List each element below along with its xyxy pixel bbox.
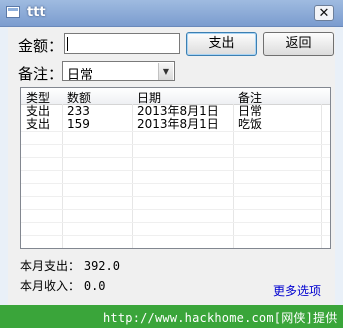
cell-note: 吃饭 [238,117,263,131]
monthly-expense: 本月支出： 392.0 [20,257,120,274]
footer-banner: http://www.hackhome.com[网侠]提供 [0,305,343,328]
monthly-income-value: 0.0 [83,279,106,293]
text-caret [67,37,68,51]
row-gridline [21,157,330,158]
note-select[interactable]: 日常 ▼ [62,61,175,83]
client-area: 金额： 支出 返回 备注： 日常 ▼ 类型 数额 日期 备注 支出 233 20… [8,27,335,305]
app-window: ttt ✕ 金额： 支出 返回 备注： 日常 ▼ 类型 数额 日期 备注 支出 … [0,0,343,305]
row-gridline [21,196,330,197]
footer-watermark: http://www.hackhome.com[网侠]提供 [103,311,338,325]
row-gridline [21,235,330,236]
cell-type: 支出 [26,117,51,131]
row-gridline [21,209,330,210]
row-gridline [21,222,330,223]
monthly-income: 本月收入： 0.0 [20,277,106,294]
back-button[interactable]: 返回 [263,32,334,56]
close-icon: ✕ [318,6,330,21]
monthly-expense-label: 本月支出： [20,259,81,273]
amount-input[interactable] [64,33,180,54]
window-title: ttt [27,5,46,20]
app-window-icon [6,6,20,18]
row-gridline [21,131,330,132]
records-table[interactable]: 类型 数额 日期 备注 支出 233 2013年8月1日 日常 支出 159 2… [20,87,331,249]
row-gridline [21,183,330,184]
table-row[interactable]: 支出 159 2013年8月1日 吃饭 [21,118,330,131]
note-label: 备注： [18,65,64,83]
cell-date: 2013年8月1日 [137,117,219,131]
monthly-income-label: 本月收入： [20,279,81,293]
row-gridline [21,144,330,145]
chevron-down-icon[interactable]: ▼ [158,63,173,80]
expense-button[interactable]: 支出 [186,32,257,56]
monthly-expense-value: 392.0 [83,259,120,273]
amount-label: 金额： [18,37,64,55]
cell-amount: 159 [67,117,90,131]
close-button[interactable]: ✕ [314,5,334,21]
table-header: 类型 数额 日期 备注 [21,88,330,105]
title-bar[interactable]: ttt ✕ [0,0,343,27]
note-selected-value: 日常 [67,68,94,83]
row-gridline [21,170,330,171]
more-options-link[interactable]: 更多选项 [273,282,321,299]
